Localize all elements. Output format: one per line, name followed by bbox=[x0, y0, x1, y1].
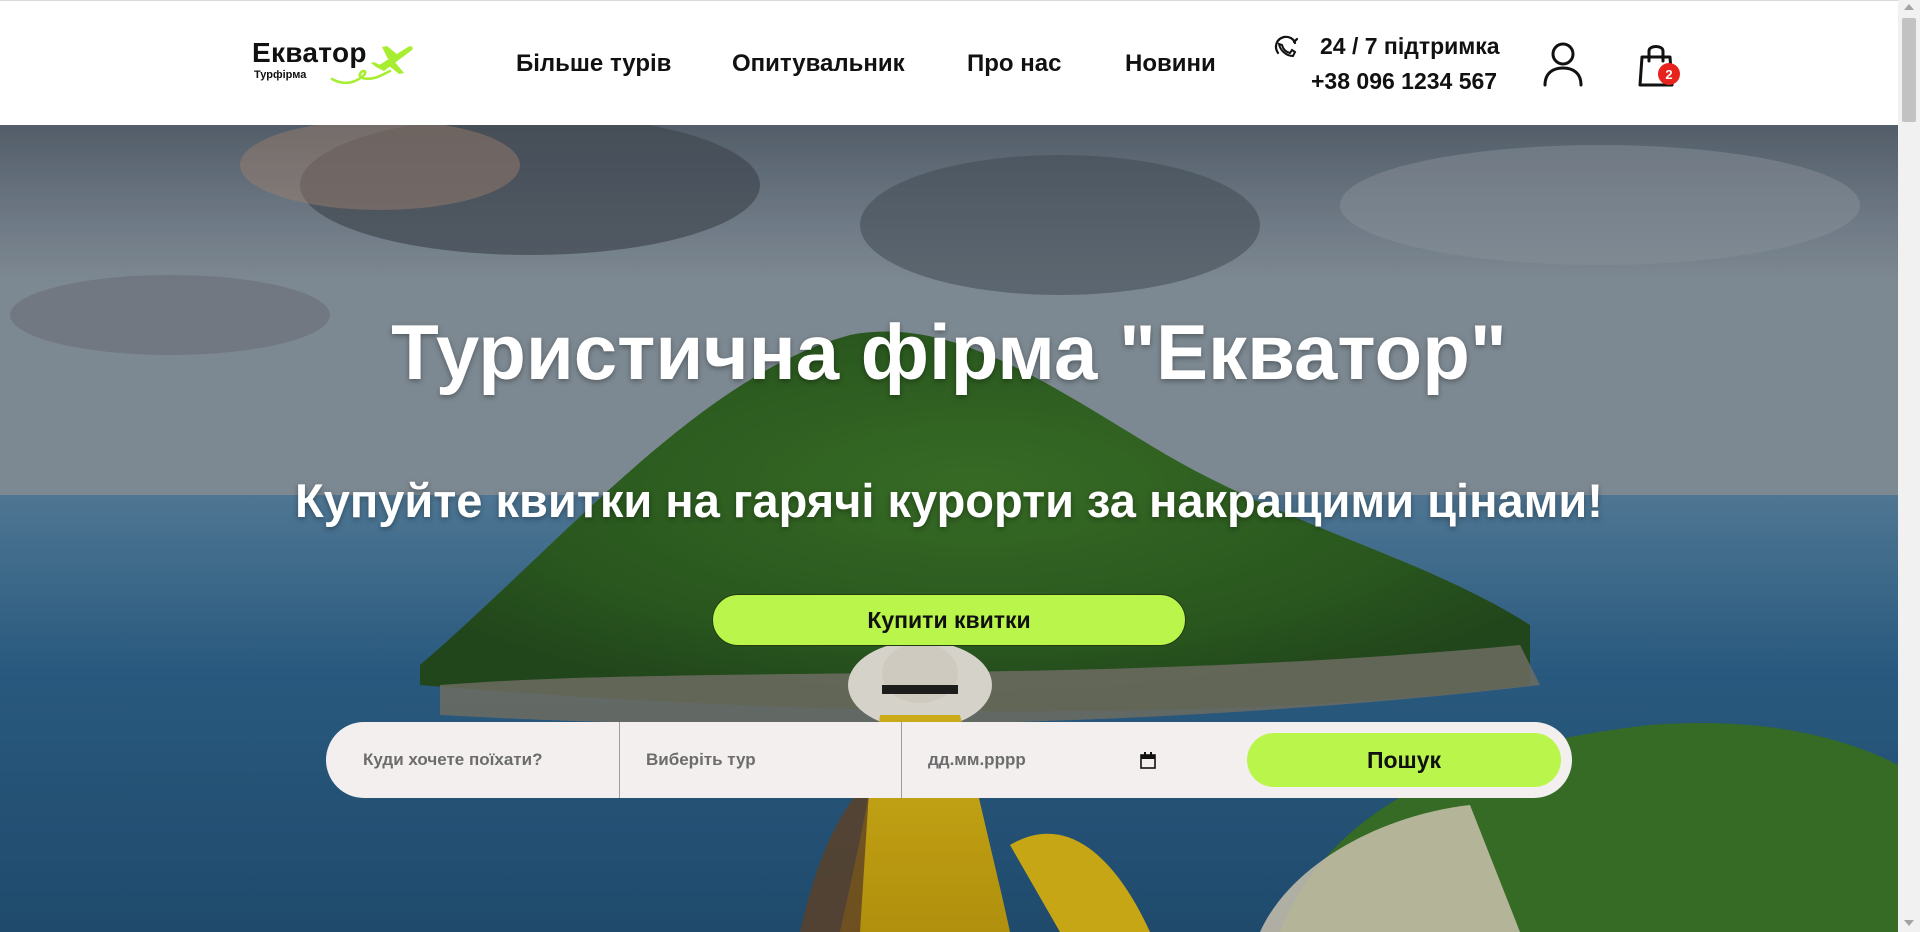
search-divider bbox=[901, 722, 902, 798]
search-divider bbox=[619, 722, 620, 798]
hero-subtitle: Купуйте квитки на гарячі курорти за накр… bbox=[295, 474, 1603, 527]
support-label: 24 / 7 підтримка bbox=[1320, 33, 1500, 59]
user-icon[interactable] bbox=[1542, 41, 1584, 87]
date-input[interactable]: дд.мм.рррр bbox=[928, 722, 1158, 798]
scroll-down-arrow-icon[interactable] bbox=[1904, 920, 1914, 926]
support-call-icon bbox=[1274, 35, 1299, 58]
site-header: Екватор Турфірма Більше турів Опитувальн… bbox=[0, 0, 1898, 126]
nav-news[interactable]: Новини bbox=[1125, 50, 1216, 78]
cart-count-badge: 2 bbox=[1658, 63, 1680, 85]
scroll-up-arrow-icon[interactable] bbox=[1904, 4, 1914, 10]
scroll-thumb[interactable] bbox=[1902, 18, 1916, 122]
hero-title: Туристична фірма "Екватор" bbox=[391, 308, 1507, 396]
nav-questionnaire[interactable]: Опитувальник bbox=[732, 50, 905, 78]
destination-input[interactable]: Куди хочете поїхати? bbox=[363, 722, 617, 798]
buy-tickets-button[interactable]: Купити квитки bbox=[712, 594, 1186, 646]
hero-section: Туристична фірма "Екватор" Купуйте квитк… bbox=[0, 125, 1898, 932]
cart-button[interactable]: 2 bbox=[1638, 41, 1684, 89]
search-submit-button[interactable]: Пошук bbox=[1247, 733, 1561, 787]
plane-icon bbox=[330, 46, 413, 85]
nav-about-us[interactable]: Про нас bbox=[967, 50, 1061, 78]
support-phone-link[interactable]: +38 096 1234 567 bbox=[1311, 68, 1497, 95]
tour-search-form: Куди хочете поїхати? Виберіть тур дд.мм.… bbox=[326, 722, 1572, 798]
page-scrollbar[interactable] bbox=[1898, 0, 1920, 932]
calendar-icon[interactable] bbox=[1140, 752, 1156, 769]
tour-select[interactable]: Виберіть тур bbox=[646, 722, 896, 798]
logo-subtitle: Турфірма bbox=[254, 69, 307, 81]
nav-more-tours[interactable]: Більше турів bbox=[516, 50, 671, 78]
logo[interactable]: Екватор Турфірма bbox=[250, 35, 415, 91]
hero-overlay bbox=[0, 125, 1898, 932]
